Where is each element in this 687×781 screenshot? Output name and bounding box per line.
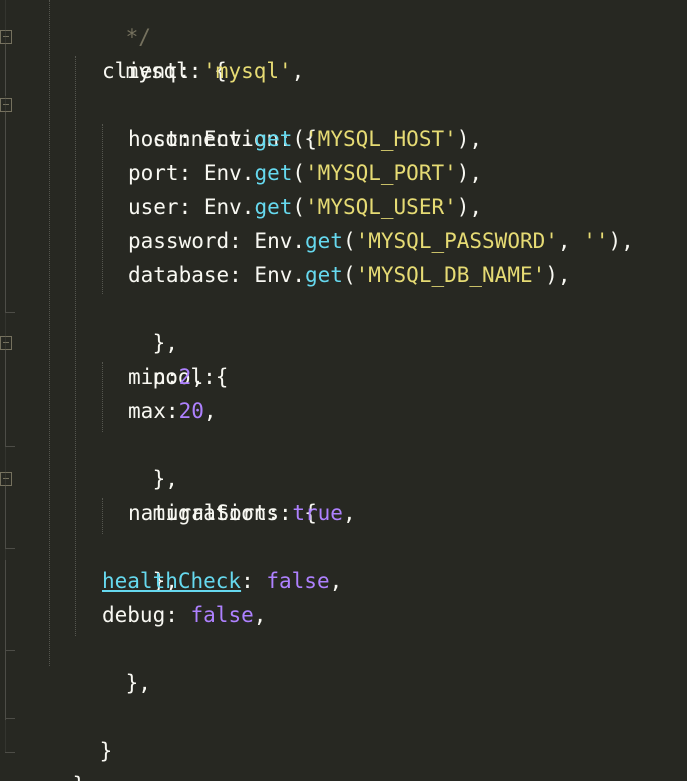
code-line: user: Env.get('MYSQL_USER'),: [128, 190, 482, 224]
natural-sort-value: true: [292, 501, 343, 525]
paren: ),: [456, 161, 483, 185]
fold-line: [5, 0, 6, 752]
code-line: migrations: {: [102, 462, 317, 525]
comma: ,: [191, 365, 204, 389]
fold-toggle-migrations-icon[interactable]: [0, 472, 12, 486]
code-line: connection: {: [102, 88, 317, 151]
paren: ),: [456, 195, 483, 219]
database-key: database: Env.: [128, 263, 306, 287]
port-arg: 'MYSQL_PORT': [305, 161, 457, 185]
get-function: get: [254, 127, 293, 151]
fold-gutter: [0, 0, 18, 781]
debug-value: false: [190, 603, 254, 627]
code-line: mysql: {: [75, 20, 227, 83]
max-key: max:: [128, 399, 179, 423]
password-key: password: Env.: [128, 229, 306, 253]
comma: ,: [291, 59, 305, 83]
user-key: user: Env.: [128, 195, 255, 219]
code-line: naturalSort: true,: [128, 496, 356, 530]
natural-sort-key: naturalSort:: [128, 501, 293, 525]
paren: (: [292, 127, 306, 151]
paren: (: [342, 263, 356, 287]
paren: ),: [456, 127, 483, 151]
code-line: max:20,: [128, 394, 217, 428]
fold-end: [5, 650, 15, 651]
comma: ,: [203, 399, 217, 423]
code-line: },: [102, 292, 178, 355]
indent-guide: [75, 56, 76, 636]
code-editor[interactable]: */ mysql: { client: 'mysql', connection:…: [0, 0, 687, 781]
health-check-value: false: [266, 569, 330, 593]
min-value: 2: [178, 365, 192, 389]
health-check-key[interactable]: healthCheck: [102, 569, 241, 593]
fold-toggle-mysql-icon[interactable]: [0, 30, 12, 44]
paren: (: [292, 161, 306, 185]
port-key: port: Env.: [128, 161, 255, 185]
paren: ),: [545, 263, 571, 287]
code-line: host: Env.get('MYSQL_HOST'),: [128, 122, 482, 156]
code-line: min:2,: [128, 360, 204, 394]
code-line: }: [22, 734, 86, 781]
close-brace: }: [73, 773, 86, 781]
fold-end: [5, 548, 15, 549]
host-key: host: Env.: [128, 127, 255, 151]
user-arg: 'MYSQL_USER': [305, 195, 457, 219]
colon: :: [241, 569, 267, 593]
code-line: port: Env.get('MYSQL_PORT'),: [128, 156, 482, 190]
client-value: 'mysql': [203, 59, 292, 83]
host-arg: 'MYSQL_HOST': [305, 127, 457, 151]
get-function: get: [254, 195, 293, 219]
code-line: */: [75, 0, 151, 49]
comma: ,: [557, 229, 584, 253]
code-line: pool:{: [102, 326, 229, 389]
indent-guide: [49, 0, 50, 666]
comma: ,: [342, 501, 356, 525]
min-key: min:: [128, 365, 179, 389]
code-line: },: [102, 530, 178, 593]
fold-toggle-connection-icon[interactable]: [0, 98, 12, 112]
paren: (: [292, 195, 306, 219]
code-line: database: Env.get('MYSQL_DB_NAME'),: [128, 258, 571, 292]
password-arg: 'MYSQL_PASSWORD': [355, 229, 558, 253]
close-brace: }: [99, 739, 113, 763]
get-function: get: [254, 161, 293, 185]
get-function: get: [305, 263, 343, 287]
fold-end: [5, 446, 15, 447]
close-brace: },: [125, 671, 151, 695]
fold-end: [5, 312, 15, 313]
code-line: healthCheck: false,: [102, 564, 342, 598]
database-arg: 'MYSQL_DB_NAME': [355, 263, 546, 287]
code-line: debug: false,: [102, 598, 266, 632]
fold-toggle-pool-icon[interactable]: [0, 336, 12, 350]
debug-key: debug:: [102, 603, 191, 627]
code-line: client: 'mysql',: [102, 54, 304, 88]
max-value: 20: [178, 399, 204, 423]
fold-end: [5, 752, 15, 753]
code-line: }: [49, 700, 113, 763]
code-line: },: [75, 632, 151, 695]
client-key: client:: [102, 59, 204, 83]
paren: (: [342, 229, 356, 253]
code-line: password: Env.get('MYSQL_PASSWORD', ''),: [128, 224, 634, 258]
password-default: '': [583, 229, 609, 253]
fold-end: [5, 718, 15, 719]
paren: ),: [608, 229, 634, 253]
get-function: get: [305, 229, 343, 253]
code-line: },: [102, 428, 178, 491]
comma: ,: [329, 569, 343, 593]
comma: ,: [253, 603, 267, 627]
